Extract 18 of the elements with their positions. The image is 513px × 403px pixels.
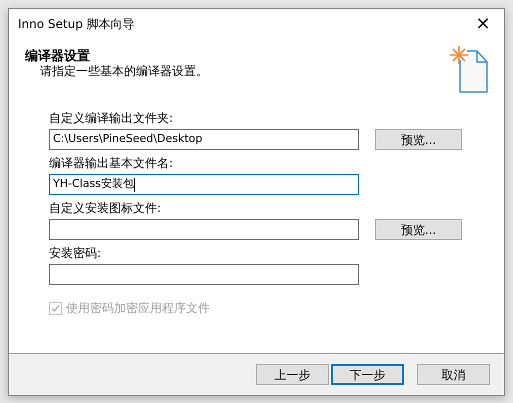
wizard-button[interactable]: 下一步 — [331, 364, 404, 385]
window-title: Inno Setup 脚本向导 — [18, 16, 135, 33]
field-label: 自定义编译输出文件夹: — [49, 111, 174, 126]
wizard-button[interactable]: 上一步 — [256, 364, 329, 385]
field-label: 安装密码: — [49, 246, 102, 261]
text-field[interactable]: C:\Users\PineSeed\Desktop — [49, 129, 359, 150]
wizard-button[interactable]: 取消 — [417, 364, 490, 385]
text-field[interactable] — [49, 219, 359, 240]
close-button[interactable]: × — [468, 12, 498, 36]
browse-button[interactable]: 预览... — [375, 219, 462, 240]
page-subtitle: 请指定一些基本的编译器设置。 — [39, 64, 208, 79]
page-heading: 编译器设置 — [25, 49, 91, 64]
text-field[interactable] — [49, 264, 359, 285]
text-field[interactable]: YH-Class安装包 — [49, 174, 359, 195]
checkbox-label: 使用密码加密应用程序文件 — [66, 300, 210, 317]
browse-button[interactable]: 预览... — [375, 129, 462, 150]
field-label: 自定义安装图标文件: — [49, 201, 162, 216]
field-label: 编译器输出基本文件名: — [49, 156, 174, 171]
